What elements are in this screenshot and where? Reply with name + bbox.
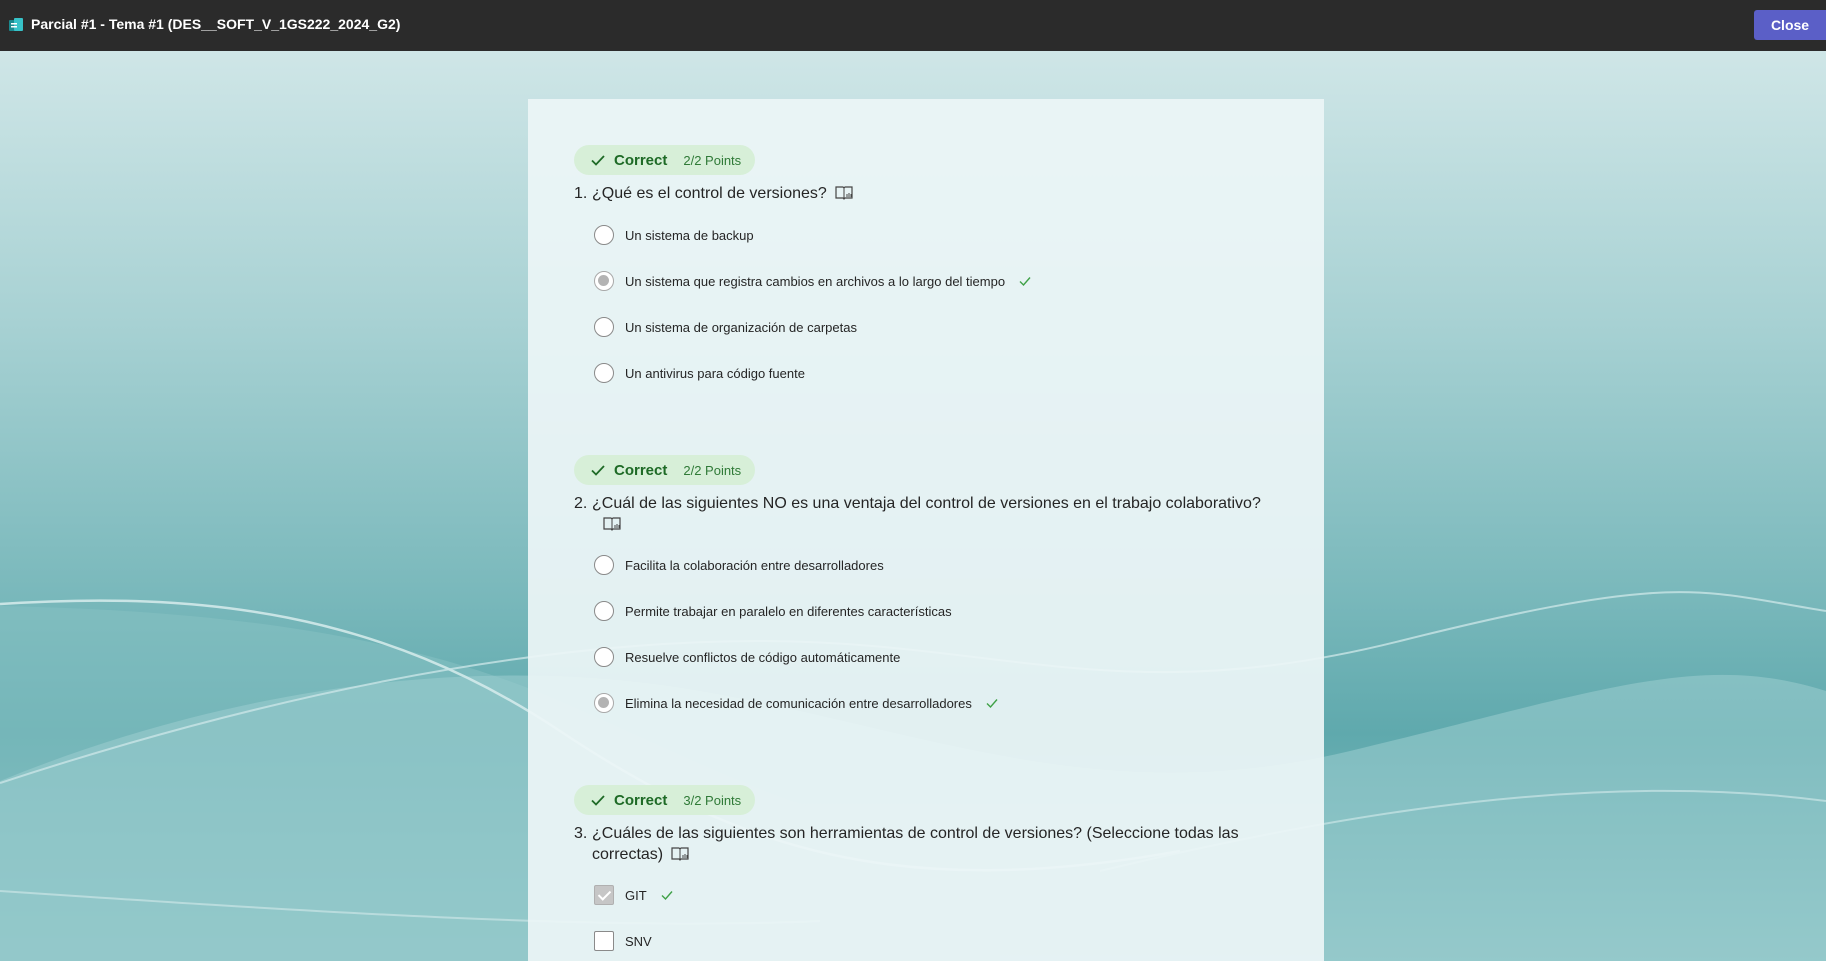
question-text: ¿Qué es el control de versiones? — [592, 185, 827, 202]
result-badge: Correct 2/2 Points — [574, 455, 756, 485]
checkbox[interactable] — [594, 931, 614, 951]
result-label: Correct — [614, 461, 668, 479]
radio-button-selected[interactable] — [594, 271, 614, 291]
check-icon — [591, 465, 605, 476]
option-label: Facilita la colaboración entre desarroll… — [625, 557, 884, 573]
immersive-reader-icon[interactable] — [835, 185, 853, 201]
option-radio[interactable]: Un sistema de organización de carpetas — [594, 315, 857, 339]
checkbox-checked[interactable] — [594, 885, 614, 905]
option-radio[interactable]: Elimina la necesidad de comunicación ent… — [594, 691, 998, 715]
result-badge: Correct 3/2 Points — [574, 785, 756, 815]
option-checkbox[interactable]: SNV — [594, 929, 652, 953]
close-button[interactable]: Close — [1754, 10, 1826, 40]
option-radio[interactable]: Facilita la colaboración entre desarroll… — [594, 553, 884, 577]
option-radio[interactable]: Un sistema de backup — [594, 223, 754, 247]
radio-button-selected[interactable] — [594, 693, 614, 713]
radio-button[interactable] — [594, 225, 614, 245]
question-text: ¿Cuál de las siguientes NO es una ventaj… — [592, 495, 1261, 512]
immersive-reader-icon[interactable] — [603, 516, 621, 532]
option-radio[interactable]: Un antivirus para código fuente — [594, 361, 805, 385]
question-number: 2. — [574, 495, 588, 512]
immersive-reader-icon[interactable] — [671, 846, 689, 862]
option-radio[interactable]: Un sistema que registra cambios en archi… — [594, 269, 1031, 293]
question-number: 3. — [574, 825, 588, 842]
option-label: Un sistema de organización de carpetas — [625, 319, 857, 335]
option-label: SNV — [625, 933, 652, 949]
forms-app-icon — [9, 18, 23, 31]
title-bar: Parcial #1 - Tema #1 (DES__SOFT_V_1GS222… — [0, 0, 1826, 51]
question-title: 3. ¿Cuáles de las siguientes son herrami… — [574, 823, 1294, 865]
option-label: Un antivirus para código fuente — [625, 365, 805, 381]
question-title: 1. ¿Qué es el control de versiones? — [574, 183, 1294, 204]
correct-check-icon — [986, 699, 998, 709]
correct-check-icon — [661, 891, 673, 901]
points-label: 3/2 Points — [683, 792, 742, 808]
radio-button[interactable] — [594, 363, 614, 383]
radio-button[interactable] — [594, 601, 614, 621]
radio-button[interactable] — [594, 555, 614, 575]
option-label: Elimina la necesidad de comunicación ent… — [625, 695, 972, 711]
question-title: 2. ¿Cuál de las siguientes NO es una ven… — [574, 493, 1294, 535]
option-label: Un sistema de backup — [625, 227, 754, 243]
option-radio[interactable]: Permite trabajar en paralelo en diferent… — [594, 599, 952, 623]
window-title: Parcial #1 - Tema #1 (DES__SOFT_V_1GS222… — [31, 16, 401, 32]
radio-button[interactable] — [594, 647, 614, 667]
question-number: 1. — [574, 185, 588, 202]
points-label: 2/2 Points — [683, 462, 742, 478]
option-radio[interactable]: Resuelve conflictos de código automática… — [594, 645, 900, 669]
points-label: 2/2 Points — [683, 152, 742, 168]
result-badge: Correct 2/2 Points — [574, 145, 756, 175]
correct-check-icon — [1019, 277, 1031, 287]
option-label: GIT — [625, 887, 647, 903]
result-label: Correct — [614, 791, 668, 809]
radio-button[interactable] — [594, 317, 614, 337]
option-label: Resuelve conflictos de código automática… — [625, 649, 901, 665]
option-label: Permite trabajar en paralelo en diferent… — [625, 603, 952, 619]
check-icon — [591, 795, 605, 806]
option-checkbox[interactable]: GIT — [594, 883, 673, 907]
check-icon — [591, 155, 605, 166]
form-card: Correct 2/2 Points 1. ¿Qué es el control… — [528, 99, 1324, 961]
result-label: Correct — [614, 151, 668, 169]
option-label: Un sistema que registra cambios en archi… — [625, 273, 1006, 289]
